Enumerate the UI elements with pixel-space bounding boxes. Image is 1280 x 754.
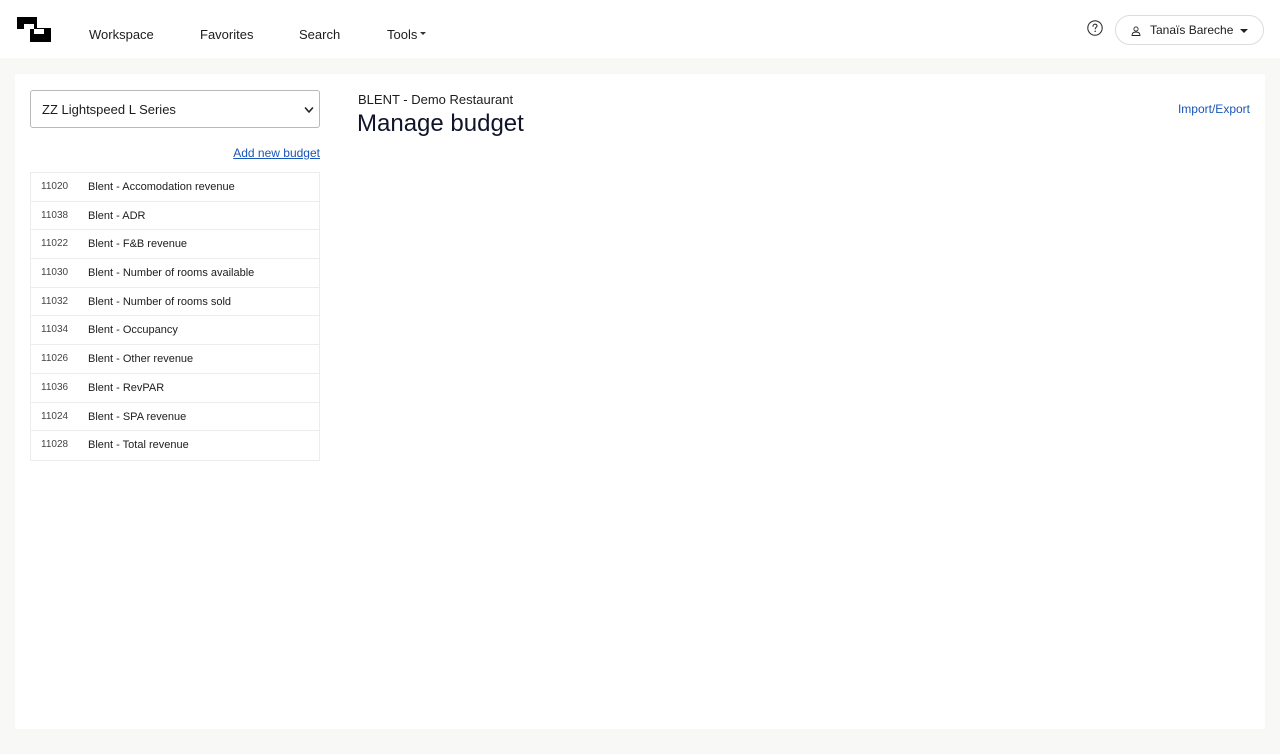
- budget-code: 11026: [41, 353, 69, 365]
- budget-name: Blent - ADR: [88, 209, 146, 222]
- budget-name: Blent - SPA revenue: [88, 410, 187, 423]
- budget-list-item[interactable]: 11022 Blent - F&B revenue: [31, 230, 319, 260]
- budget-list: 11020 Blent - Accomodation revenue 11038…: [30, 172, 320, 461]
- budget-name: Blent - Other revenue: [88, 353, 194, 366]
- budget-code: 11020: [41, 181, 69, 192]
- budget-code: 11028: [41, 439, 69, 451]
- app-logo[interactable]: [17, 17, 51, 42]
- nav-item-tools[interactable]: Tools: [387, 26, 427, 43]
- nav-item-search[interactable]: Search: [299, 26, 340, 43]
- add-new-budget-link[interactable]: Add new budget: [233, 146, 320, 160]
- help-circle-icon[interactable]: [1087, 20, 1103, 36]
- organization-name: BLENT - Demo Restaurant: [358, 92, 514, 107]
- budget-list-item[interactable]: 11028 Blent - Total revenue: [31, 431, 319, 460]
- budget-name: Blent - RevPAR: [88, 381, 165, 394]
- budget-code: 11034: [41, 324, 69, 336]
- budget-list-item[interactable]: 11024 Blent - SPA revenue: [31, 403, 319, 432]
- caret-down-icon: [1240, 29, 1248, 33]
- budget-list-item[interactable]: 11034 Blent - Occupancy: [31, 316, 319, 346]
- budget-name: Blent - Number of rooms available: [88, 267, 255, 280]
- budget-select-value: ZZ Lightspeed L Series: [42, 102, 176, 117]
- top-navigation-bar: Workspace Favorites Search Tools Tanaïs …: [0, 0, 1280, 58]
- budget-code: 11022: [41, 238, 69, 250]
- chevron-down-icon: [304, 107, 314, 113]
- budget-list-item[interactable]: 11020 Blent - Accomodation revenue: [31, 173, 319, 202]
- budget-list-item[interactable]: 11038 Blent - ADR: [31, 202, 319, 231]
- budget-name: Blent - Total revenue: [88, 439, 189, 452]
- nav-item-favorites[interactable]: Favorites: [200, 26, 253, 43]
- budget-code: 11024: [41, 410, 69, 422]
- budget-name: Blent - Occupancy: [88, 324, 178, 337]
- budget-code: 11030: [41, 267, 69, 279]
- budget-list-item[interactable]: 11030 Blent - Number of rooms available: [31, 259, 319, 288]
- budget-code: 11032: [41, 295, 69, 307]
- budget-list-item[interactable]: 11026 Blent - Other revenue: [31, 345, 319, 374]
- budget-list-item[interactable]: 11036 Blent - RevPAR: [31, 374, 319, 403]
- budget-select[interactable]: ZZ Lightspeed L Series: [30, 90, 320, 128]
- import-export-link[interactable]: Import/Export: [1178, 102, 1250, 116]
- page-title: Manage budget: [357, 110, 524, 137]
- budget-code: 11036: [41, 381, 69, 393]
- budget-name: Blent - F&B revenue: [88, 238, 188, 251]
- main-panel: ZZ Lightspeed L Series Add new budget 11…: [15, 74, 1265, 729]
- caret-down-icon: [420, 32, 427, 36]
- nav-item-workspace[interactable]: Workspace: [89, 26, 154, 43]
- budget-name: Blent - Number of rooms sold: [88, 295, 232, 308]
- nav-item-tools-label: Tools: [387, 27, 418, 42]
- user-menu-button[interactable]: Tanaïs Bareche: [1115, 15, 1264, 45]
- budget-name: Blent - Accomodation revenue: [88, 181, 235, 193]
- budget-list-item[interactable]: 11032 Blent - Number of rooms sold: [31, 288, 319, 317]
- user-icon: [1131, 26, 1141, 36]
- budget-code: 11038: [41, 209, 69, 221]
- user-name: Tanaïs Bareche: [1150, 23, 1234, 37]
